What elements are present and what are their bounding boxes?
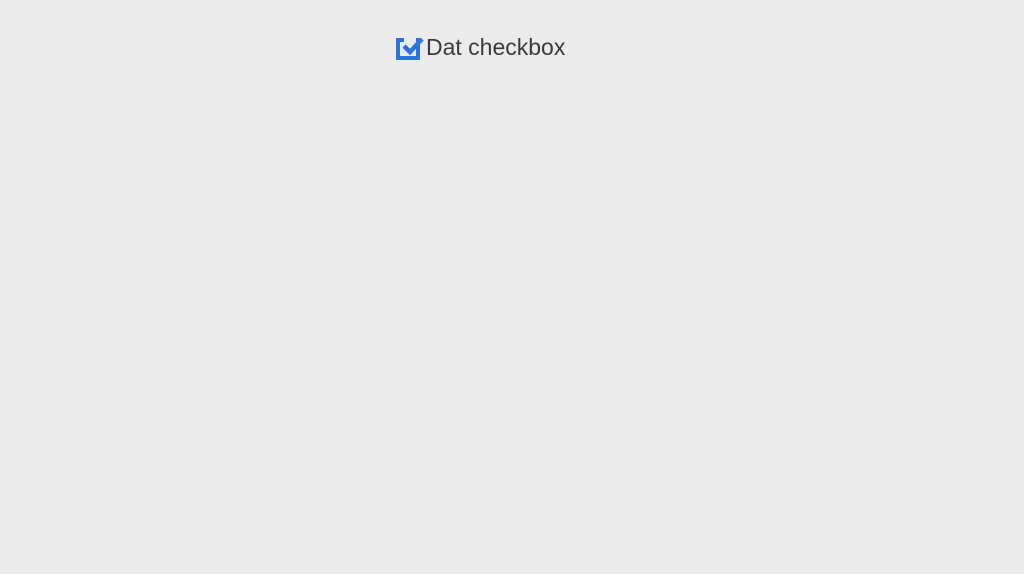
checkbox-label: Dat checkbox (426, 34, 565, 61)
checkbox-control[interactable]: Dat checkbox (396, 34, 565, 61)
checkbox-checked-icon (396, 36, 420, 60)
